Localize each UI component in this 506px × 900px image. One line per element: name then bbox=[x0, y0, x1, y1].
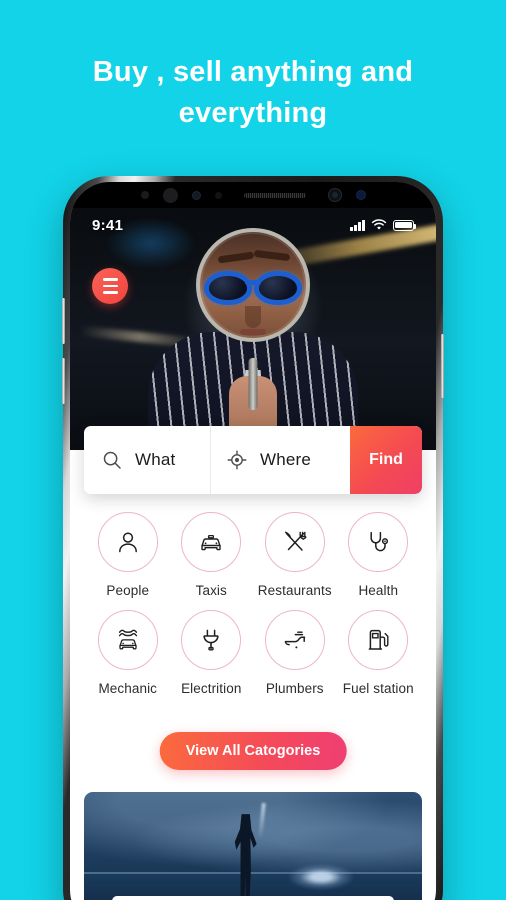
search-what-field[interactable]: What bbox=[84, 426, 210, 494]
search-where-field[interactable]: Where bbox=[210, 426, 350, 494]
category-label: People bbox=[106, 583, 150, 598]
promo-image-card[interactable] bbox=[84, 792, 422, 900]
search-icon bbox=[103, 451, 121, 469]
fuel-pump-icon bbox=[368, 629, 389, 650]
volume-up-button[interactable] bbox=[62, 298, 65, 344]
plug-icon bbox=[203, 629, 219, 651]
category-item-electrition[interactable]: Electrition bbox=[170, 610, 254, 696]
car-repair-icon bbox=[118, 629, 137, 650]
category-label: Mechanic bbox=[98, 681, 158, 696]
volume-down-button[interactable] bbox=[62, 358, 65, 404]
category-item-taxis[interactable]: Taxis bbox=[170, 512, 254, 598]
category-item-plumbers[interactable]: Plumbers bbox=[253, 610, 337, 696]
category-label: Restaurants bbox=[257, 583, 332, 598]
find-button[interactable]: Find bbox=[350, 426, 422, 494]
phone-notch-sensors bbox=[70, 182, 436, 208]
promo-content-card[interactable] bbox=[112, 896, 394, 900]
phone-mockup: 9:41 What Where Find People Taxis Restau… bbox=[62, 176, 444, 900]
fork-knife-icon bbox=[284, 531, 307, 551]
search-where-value: Where bbox=[260, 450, 312, 469]
view-all-categories-button[interactable]: View All Catogories bbox=[159, 732, 347, 770]
wifi-icon bbox=[371, 219, 387, 230]
category-icon-wrap bbox=[348, 512, 409, 572]
category-item-health[interactable]: Health bbox=[337, 512, 421, 598]
location-target-icon bbox=[227, 450, 247, 470]
page-title: Buy , sell anything and everything bbox=[92, 56, 414, 130]
category-icon-wrap bbox=[264, 512, 325, 572]
category-label: Electrition bbox=[181, 681, 242, 696]
category-item-people[interactable]: People bbox=[86, 512, 170, 598]
category-icon-wrap bbox=[181, 610, 242, 670]
status-bar: 9:41 bbox=[70, 208, 436, 242]
category-label: Taxis bbox=[195, 583, 227, 598]
person-icon bbox=[118, 532, 137, 553]
category-icon-wrap bbox=[97, 610, 158, 670]
app-screen: 9:41 What Where Find People Taxis Restau… bbox=[70, 182, 436, 900]
power-button[interactable] bbox=[441, 334, 444, 398]
category-item-mechanic[interactable]: Mechanic bbox=[86, 610, 170, 696]
magnifying-glass-prop bbox=[196, 228, 310, 342]
category-icon-wrap bbox=[348, 610, 409, 670]
category-item-restaurants[interactable]: Restaurants bbox=[253, 512, 337, 598]
category-label: Fuel station bbox=[342, 681, 414, 696]
earpiece-speaker-icon bbox=[243, 192, 306, 198]
search-bar: What Where Find bbox=[84, 426, 422, 494]
category-icon-wrap bbox=[264, 610, 325, 670]
faucet-icon bbox=[284, 631, 305, 649]
signal-bars-icon bbox=[350, 219, 365, 231]
battery-icon bbox=[393, 219, 417, 231]
car-icon bbox=[201, 534, 221, 551]
status-bar-clock: 9:41 bbox=[92, 216, 124, 234]
hamburger-menu-icon[interactable] bbox=[92, 268, 128, 304]
category-item-fuel-station[interactable]: Fuel station bbox=[337, 610, 421, 696]
category-icon-wrap bbox=[181, 512, 242, 572]
search-what-value: What bbox=[135, 450, 176, 469]
category-grid: People Taxis Restaurants Health Mechanic… bbox=[70, 512, 436, 696]
phone-screen-bezel: 9:41 What Where Find People Taxis Restau… bbox=[70, 182, 436, 900]
category-icon-wrap bbox=[97, 512, 158, 572]
category-label: Health bbox=[358, 583, 399, 598]
category-label: Plumbers bbox=[265, 681, 324, 696]
stethoscope-icon bbox=[370, 531, 389, 552]
status-bar-icons bbox=[350, 219, 417, 231]
